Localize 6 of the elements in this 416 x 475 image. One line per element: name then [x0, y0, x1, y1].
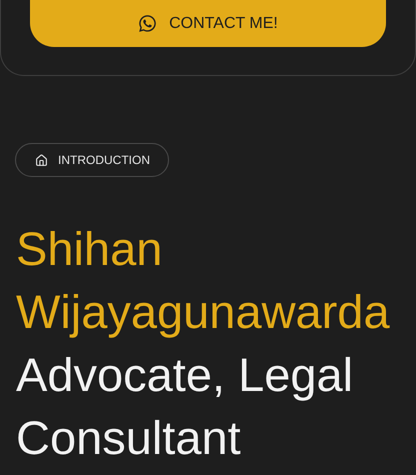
home-icon — [35, 154, 48, 166]
name-heading: Shihan Wijayagunawarda — [16, 221, 391, 340]
section-tag-label: INTRODUCTION — [58, 153, 150, 167]
contact-button[interactable]: CONTACT ME! — [30, 0, 386, 47]
chat-phone-icon — [138, 14, 158, 33]
title-heading: Advocate, Legal Consultant — [16, 347, 354, 466]
